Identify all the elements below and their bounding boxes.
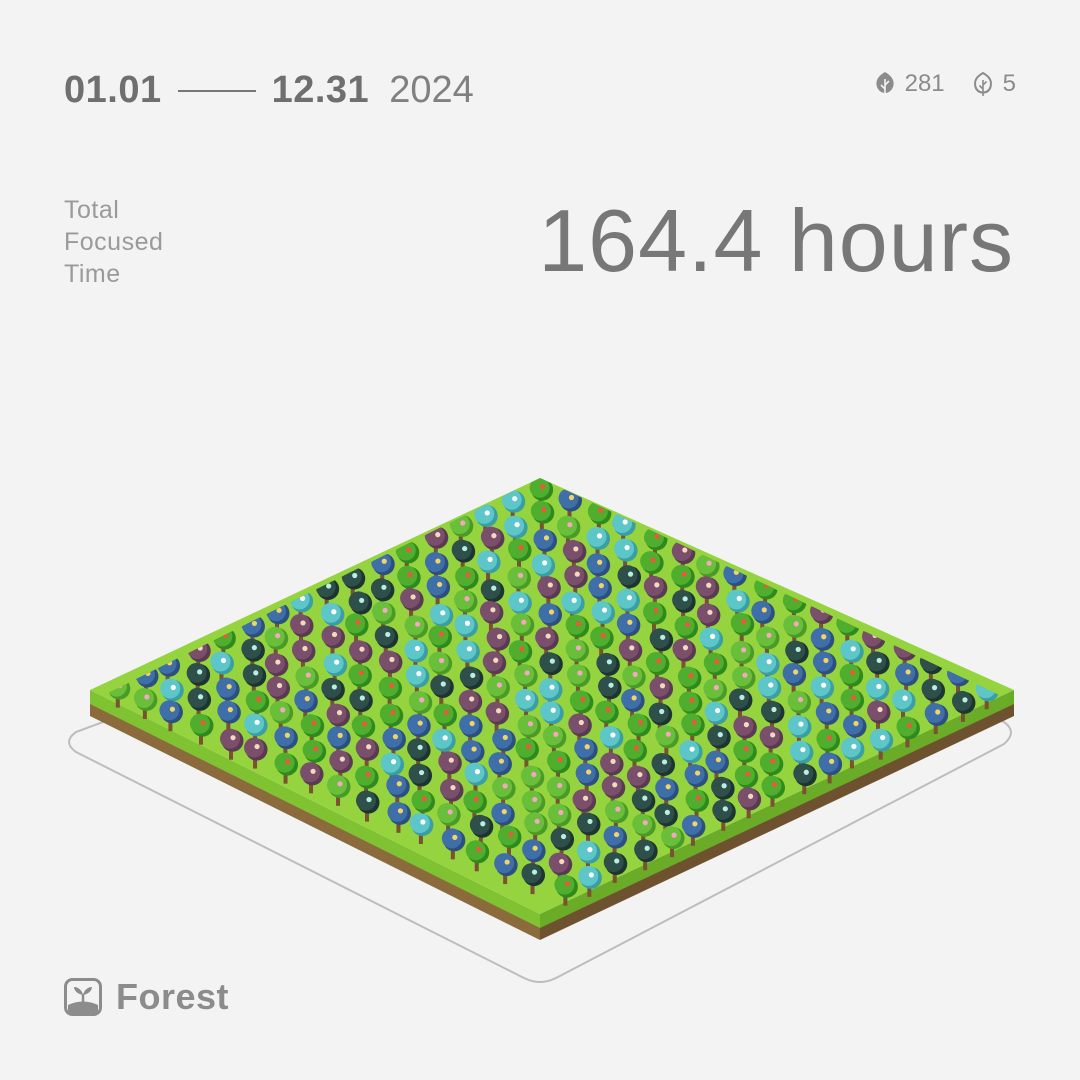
forest-summary-card: 01.01 12.31 2024 281 5 Total Focused Tim…	[0, 0, 1080, 1080]
forest-illustration	[68, 478, 1014, 983]
brand-name: Forest	[116, 976, 230, 1017]
forest-logo-icon	[64, 978, 102, 1016]
forest-brand: Forest	[64, 976, 229, 1018]
